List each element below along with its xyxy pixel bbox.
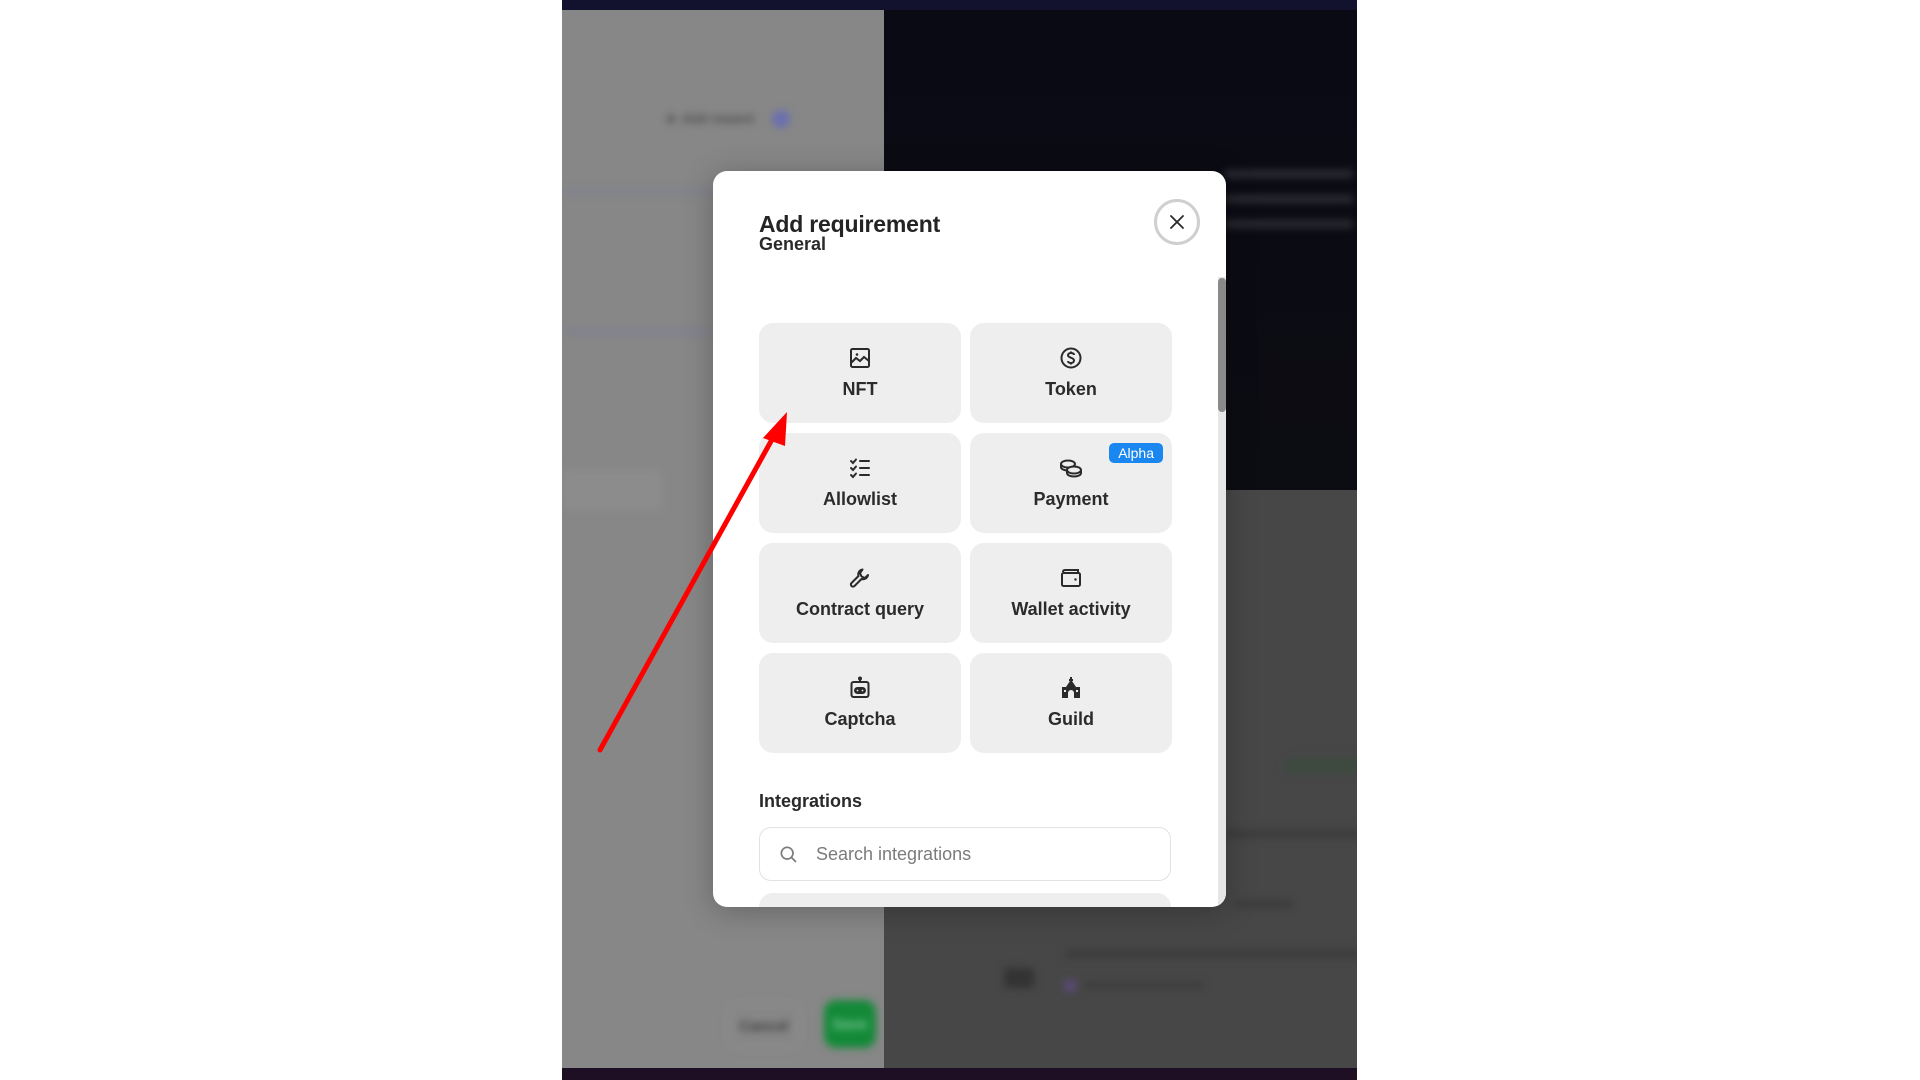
general-section-label: General (759, 234, 827, 254)
scrollbar-thumb[interactable] (1218, 278, 1226, 412)
castle-icon (1062, 677, 1080, 698)
close-icon (1170, 215, 1184, 229)
requirement-payment[interactable]: Alpha Payment (970, 433, 1172, 533)
blurred-text (1224, 830, 1357, 838)
wallet-icon (1061, 569, 1081, 587)
blurred-text (1234, 900, 1294, 908)
plus-icon (667, 115, 675, 123)
general-requirements-grid: NFT Token Allowlist Alpha Payment Contra… (759, 323, 1172, 753)
close-button[interactable] (1154, 199, 1200, 245)
top-bar (562, 0, 1357, 10)
requirement-captcha[interactable]: Captcha (759, 653, 961, 753)
integration-item[interactable] (759, 893, 1171, 907)
requirement-nft[interactable]: NFT (759, 323, 961, 423)
tile-label: Allowlist (822, 489, 897, 509)
dollar-coin-icon (1060, 347, 1082, 369)
tile-label: Token (1045, 379, 1097, 399)
wrench-icon (849, 568, 869, 588)
add-requirement-modal: Add requirement General NFT Token Allowl… (713, 171, 1226, 907)
blurred-text (1224, 220, 1354, 228)
blurred-text (1084, 982, 1204, 988)
blurred-status (1284, 758, 1357, 774)
bottom-bar (562, 1068, 1357, 1080)
save-button[interactable]: Save (824, 1000, 876, 1048)
blurred-text (1224, 195, 1354, 203)
cancel-button[interactable]: Cancel (728, 1003, 800, 1049)
tile-label: Payment (1033, 489, 1109, 509)
requirement-contract-query[interactable]: Contract query (759, 543, 961, 643)
tile-label: Contract query (795, 599, 925, 619)
requirement-wallet-activity[interactable]: Wallet activity (970, 543, 1172, 643)
alpha-badge: Alpha (1109, 443, 1163, 463)
add-reward-link[interactable]: Add reward (682, 111, 754, 126)
robot-icon (850, 676, 870, 698)
blurred-text (1224, 170, 1354, 178)
search-integrations-field[interactable] (759, 827, 1171, 881)
tile-label: Wallet activity (1011, 599, 1131, 619)
search-integrations-input[interactable] (814, 842, 1158, 866)
tile-label: Captcha (824, 709, 896, 729)
integrations-section-label: Integrations (759, 791, 863, 811)
requirement-guild[interactable]: Guild (970, 653, 1172, 753)
blurred-icon (1064, 980, 1076, 992)
checklist-icon (850, 458, 870, 479)
requirement-token[interactable]: Token (970, 323, 1172, 423)
image-icon (850, 348, 870, 368)
tile-label: NFT (842, 379, 878, 399)
blurred-field (562, 470, 662, 510)
blurred-text (1064, 950, 1357, 958)
blurred-avatar (1004, 968, 1034, 988)
tile-label: Guild (1048, 709, 1094, 729)
requirement-allowlist[interactable]: Allowlist (759, 433, 961, 533)
search-icon (780, 846, 797, 863)
info-dot (772, 110, 790, 128)
coins-icon (1060, 459, 1082, 478)
